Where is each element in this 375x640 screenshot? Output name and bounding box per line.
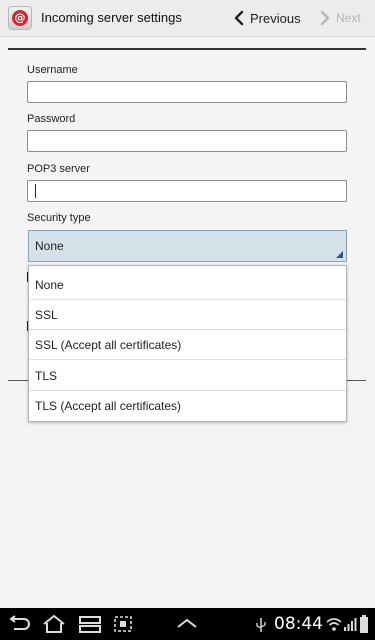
screenshot-icon[interactable] xyxy=(113,615,133,633)
up-chevron-icon[interactable] xyxy=(176,617,198,629)
option-tls[interactable]: TLS xyxy=(29,361,346,391)
signal-icon xyxy=(344,618,357,631)
password-field[interactable] xyxy=(27,130,347,152)
clock: 08:44 xyxy=(274,614,323,634)
text-cursor xyxy=(35,184,36,198)
pop3-server-field[interactable] xyxy=(27,180,347,202)
bottom-divider-right xyxy=(347,380,366,381)
security-type-dropdown: None SSL SSL (Accept all certificates) T… xyxy=(28,265,347,422)
back-icon[interactable] xyxy=(6,615,32,633)
username-label: Username xyxy=(27,64,78,76)
security-type-value: None xyxy=(35,239,64,253)
section-divider xyxy=(8,48,366,50)
option-tls-accept-all[interactable]: TLS (Accept all certificates) xyxy=(29,391,346,421)
next-label: Next xyxy=(336,11,361,25)
dropdown-arrow-icon xyxy=(336,251,343,258)
page-title: Incoming server settings xyxy=(41,10,182,25)
password-label: Password xyxy=(27,113,76,125)
bottom-divider-left xyxy=(8,380,28,381)
option-none[interactable]: None xyxy=(29,270,346,300)
username-field[interactable] xyxy=(27,81,347,103)
battery-icon xyxy=(360,615,368,633)
at-sign-icon: @ xyxy=(12,10,28,26)
option-ssl-accept-all[interactable]: SSL (Accept all certificates) xyxy=(29,330,346,360)
usb-icon xyxy=(256,618,266,632)
recent-apps-icon[interactable] xyxy=(78,615,102,633)
home-icon[interactable] xyxy=(42,614,66,634)
system-bar: 08:44 xyxy=(0,608,375,640)
previous-button[interactable]: Previous xyxy=(234,6,301,30)
previous-label: Previous xyxy=(250,10,301,26)
pop3-server-label: POP3 server xyxy=(27,163,90,175)
option-ssl[interactable]: SSL xyxy=(29,300,346,330)
action-bar: @ Incoming server settings Previous Next xyxy=(0,0,375,37)
security-type-label: Security type xyxy=(27,212,91,224)
security-type-select[interactable]: None xyxy=(28,230,347,262)
wifi-icon xyxy=(326,618,342,631)
next-button[interactable]: Next xyxy=(320,6,361,30)
email-app-icon: @ xyxy=(8,6,32,30)
chevron-left-icon xyxy=(234,10,244,26)
chevron-right-icon xyxy=(320,10,330,26)
